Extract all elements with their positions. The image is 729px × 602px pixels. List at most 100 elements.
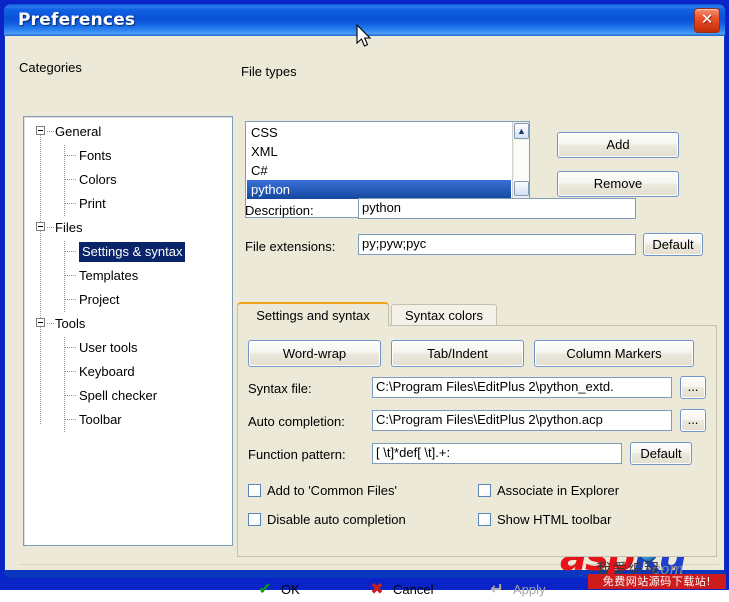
tree-connector-line [47,227,55,228]
title-bar: Preferences ✕ [4,4,725,36]
syntax-file-browse-label: ... [687,379,699,394]
file-type-item-c-[interactable]: C# [247,161,511,180]
remove-button[interactable]: Remove [557,171,679,197]
auto-completion-browse-button[interactable]: ... [680,409,706,432]
categories-label: Categories [19,60,82,75]
tree-connector-line [65,395,77,396]
scrollbar-thumb[interactable] [514,181,529,196]
tree-item-toolbar[interactable]: Toolbar [79,410,122,430]
tab-syntax-colors-label: Syntax colors [404,308,484,323]
tree-item-colors[interactable]: Colors [79,170,117,190]
checkbox-disable-auto-completion-label: Disable auto completion [267,512,406,527]
description-input[interactable]: python [358,198,636,219]
tree-item-files[interactable]: Files [55,218,82,238]
ok-button-label: OK [281,582,300,597]
tree-item-print[interactable]: Print [79,194,106,214]
categories-tree[interactable]: General Fonts Colors Print Files Settings & s… [23,116,233,546]
file-extensions-label: File extensions: [245,239,336,254]
tree-connector-line [47,323,55,324]
check-icon: ✔ [258,581,272,598]
cancel-button-label: Cancel [393,582,434,597]
checkbox-icon [248,484,261,497]
dialog-client-area: Categories General Fonts Colors Print Files S… [4,36,725,598]
syntax-file-browse-button[interactable]: ... [680,376,706,399]
tree-connector-line [65,371,77,372]
tree-connector-line [64,289,65,313]
add-button-label: Add [606,137,630,152]
tree-expander-collapse-icon[interactable] [36,222,45,231]
file-type-item-xml[interactable]: XML [247,142,511,161]
extensions-default-label: Default [652,237,694,252]
tree-connector-line [65,251,77,252]
tab-indent-button[interactable]: Tab/Indent [391,340,524,367]
window-title: Preferences [18,10,136,30]
auto-completion-input[interactable]: C:\Program Files\EditPlus 2\python.acp [372,410,672,431]
tab-settings-and-syntax-label: Settings and syntax [256,308,370,323]
tree-connector-line [64,385,65,409]
tree-connector-line [64,145,65,169]
tree-connector-line [47,131,55,132]
tab-syntax-colors[interactable]: Syntax colors [391,304,497,326]
checkbox-show-html-toolbar-label: Show HTML toolbar [497,512,612,527]
tree-connector-line [65,155,77,156]
extensions-default-button[interactable]: Default [643,233,703,256]
word-wrap-button[interactable]: Word-wrap [248,340,381,367]
tree-connector-line [64,337,65,361]
settings-and-syntax-panel: Word-wrap Tab/Indent Column Markers Synt… [237,325,717,557]
preferences-dialog: Preferences ✕ Categories General Fonts Col… [0,0,729,598]
tree-expander-collapse-icon[interactable] [36,126,45,135]
window-bottom-border [4,570,725,578]
tree-item-fonts[interactable]: Fonts [79,146,112,166]
checkbox-icon [248,513,261,526]
tree-connector-line [65,275,77,276]
checkbox-associate-in-explorer-label: Associate in Explorer [497,483,620,498]
tree-item-templates[interactable]: Templates [79,266,138,286]
tree-item-spell-checker[interactable]: Spell checker [79,386,157,406]
tree-item-tools[interactable]: Tools [55,314,85,334]
tree-connector-line [64,169,65,193]
file-type-item-css[interactable]: CSS [247,123,511,142]
tree-item-user-tools[interactable]: User tools [79,338,138,358]
tree-connector-line [65,203,77,204]
add-button[interactable]: Add [557,132,679,158]
scrollbar-track[interactable] [514,140,529,181]
tab-indent-label: Tab/Indent [427,346,488,361]
tree-connector-line [40,129,41,425]
cross-icon: ✖ [370,581,384,598]
close-button[interactable]: ✕ [694,8,720,33]
tree-connector-line [64,361,65,385]
checkbox-icon [478,513,491,526]
checkbox-add-to-common-files-label: Add to 'Common Files' [267,483,397,498]
tree-item-project[interactable]: Project [79,290,119,310]
tree-item-settings-syntax[interactable]: Settings & syntax [79,242,186,262]
function-pattern-default-label: Default [640,446,682,461]
tree-item-keyboard[interactable]: Keyboard [79,362,135,382]
description-label: Description: [245,203,314,218]
file-types-label: File types [241,64,297,79]
function-pattern-label: Function pattern: [248,447,346,462]
scroll-up-button[interactable]: ▲ [514,123,529,139]
tree-item-general[interactable]: General [55,122,101,142]
column-markers-button[interactable]: Column Markers [534,340,694,367]
checkbox-icon [478,484,491,497]
tab-settings-and-syntax[interactable]: Settings and syntax [237,302,389,326]
auto-completion-browse-label: ... [687,412,699,427]
tree-connector-line [65,347,77,348]
tree-connector-line [64,241,65,265]
tree-connector-line [65,299,77,300]
remove-button-label: Remove [593,176,643,191]
close-icon: ✕ [700,11,714,28]
syntax-file-input[interactable]: C:\Program Files\EditPlus 2\python_extd. [372,377,672,398]
function-pattern-default-button[interactable]: Default [630,442,692,465]
tab-strip: Settings and syntax Syntax colors [237,302,717,326]
enter-arrow-icon: ↵ [490,581,504,598]
chevron-up-icon: ▲ [517,126,526,136]
function-pattern-input[interactable]: [ \t]*def[ \t].+: [372,443,622,464]
column-markers-label: Column Markers [566,346,662,361]
tree-connector-line [65,179,77,180]
tree-expander-collapse-icon[interactable] [36,318,45,327]
file-type-item-python[interactable]: python [247,180,511,199]
tree-connector-line [64,409,65,433]
word-wrap-label: Word-wrap [282,346,347,361]
file-extensions-input[interactable]: py;pyw;pyc [358,234,636,255]
